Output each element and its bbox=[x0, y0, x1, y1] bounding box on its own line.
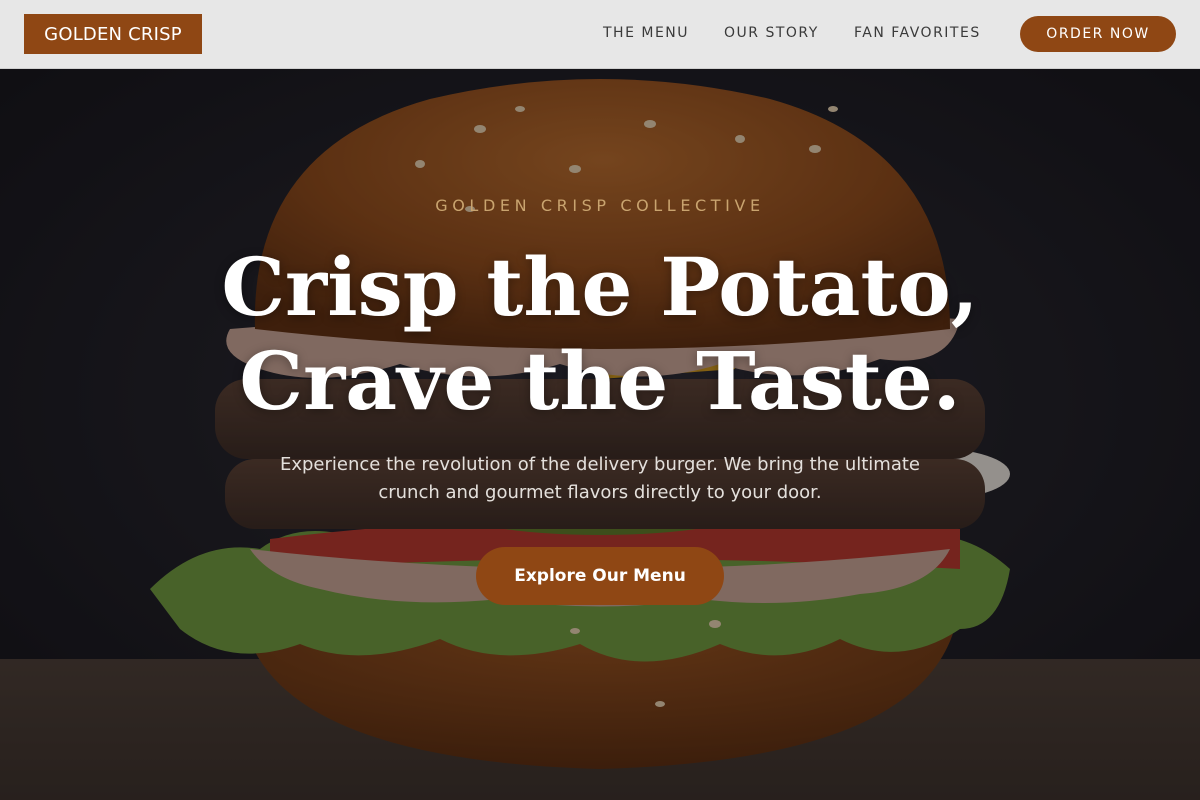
order-now-button[interactable]: ORDER NOW bbox=[1020, 16, 1176, 52]
hero-subtitle: Experience the revolution of the deliver… bbox=[279, 454, 920, 503]
site-header: GOLDEN CRISP THE MENU OUR STORY FAN FAVO… bbox=[0, 0, 1200, 69]
brand-logo[interactable]: GOLDEN CRISP bbox=[24, 14, 202, 54]
hero-section bbox=[0, 69, 1200, 800]
brand-name: GOLDEN CRISP bbox=[44, 23, 182, 45]
explore-menu-button[interactable]: Explore Our Menu bbox=[476, 547, 724, 605]
hero-eyebrow: GOLDEN CRISP COLLECTIVE bbox=[435, 196, 765, 215]
nav-link-fan-favorites[interactable]: FAN FAVORITES bbox=[854, 25, 981, 43]
hero-headline-line-1: Crisp the Potato, bbox=[221, 240, 979, 334]
hero-headline-line-2: Crave the Taste. bbox=[239, 334, 961, 428]
hero-dark-overlay bbox=[0, 69, 1200, 800]
nav-link-our-story[interactable]: OUR STORY bbox=[724, 25, 819, 43]
nav-link-the-menu[interactable]: THE MENU bbox=[603, 25, 689, 43]
